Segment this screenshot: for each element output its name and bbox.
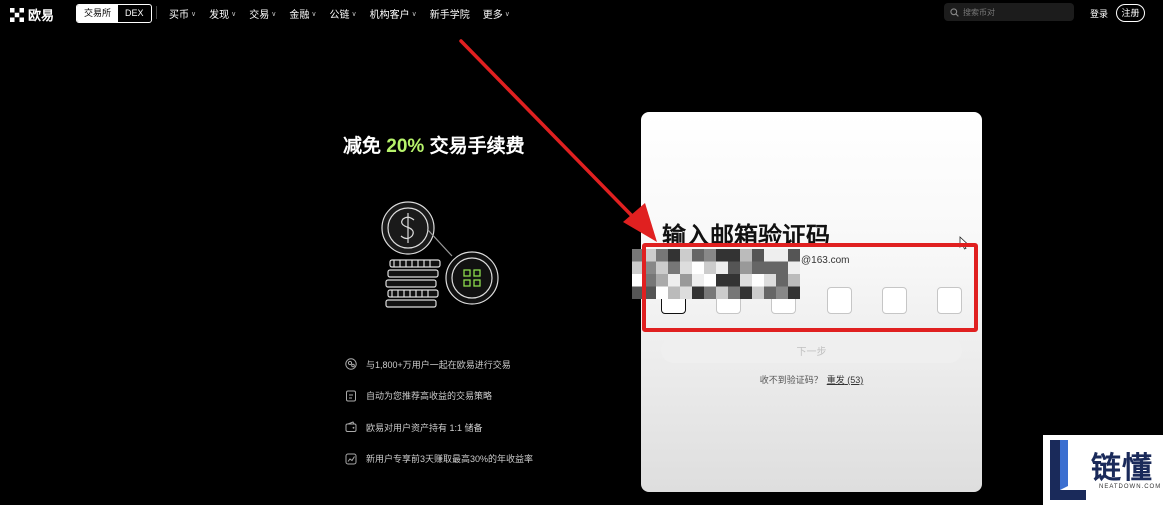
annotation-highlight-box: [642, 243, 978, 332]
chart-icon: [345, 453, 357, 464]
nav-menu-label: 更多: [482, 10, 503, 21]
resend-prompt: 收不到验证码？: [759, 375, 823, 385]
chevron-down-icon: ∨: [311, 10, 317, 18]
benefit-item: 新用户专享前3天赚取最高30%的年收益率: [345, 451, 533, 467]
resend-link[interactable]: 重发 (53): [827, 375, 864, 385]
watermark-logo-icon: [1050, 440, 1086, 500]
benefit-text: 自动为您推荐高收益的交易策略: [366, 391, 493, 401]
nav-menu-item[interactable]: 金融 ∨: [289, 6, 316, 21]
search-input[interactable]: [963, 7, 1063, 17]
okx-logo-icon: [10, 7, 24, 22]
wallet-icon: [345, 421, 357, 432]
chevron-down-icon: ∨: [271, 10, 277, 18]
benefits-list: 与1,800+万用户一起在欧易进行交易 自动为您推荐高收益的交易策略 欧易对用户资产…: [345, 356, 533, 482]
nav-menu-label: 发现: [209, 10, 230, 21]
nav-menu-item[interactable]: 更多 ∨: [483, 6, 510, 21]
mode-dex-tab[interactable]: DEX: [118, 5, 151, 22]
headline-suffix: 交易手续费: [429, 136, 525, 157]
resend-label: 重发: [826, 375, 845, 385]
exchange-mode-toggle: 交易所 DEX: [76, 4, 152, 23]
chevron-down-icon: ∨: [504, 10, 510, 18]
nav-menu-item[interactable]: 发现 ∨: [209, 6, 236, 21]
chevron-down-icon: ∨: [191, 10, 197, 18]
mode-exchange-tab[interactable]: 交易所: [77, 5, 119, 22]
headline-highlight: 20%: [386, 136, 425, 157]
nav-menu-label: 买币: [169, 10, 189, 21]
nav-menu-item[interactable]: 买币 ∨: [169, 6, 196, 21]
resend-countdown: (53): [847, 375, 864, 385]
benefit-item: 与1,800+万用户一起在欧易进行交易: [345, 356, 533, 372]
headline-prefix: 减免: [343, 136, 382, 157]
benefit-text: 欧易对用户资产持有 1:1 储备: [366, 422, 483, 433]
nav-menu-label: 交易: [249, 10, 270, 21]
nav-menu-item[interactable]: 机构客户 ∨: [370, 6, 417, 21]
promo-headline: 减免 20% 交易手续费: [343, 131, 525, 158]
nav-divider: [156, 6, 157, 19]
benefit-text: 新用户专享前3天赚取最高30%的年收益率: [366, 454, 534, 464]
nav-menu-item[interactable]: 交易 ∨: [249, 6, 276, 21]
chevron-down-icon: ∨: [351, 10, 357, 18]
chevron-down-icon: ∨: [231, 10, 237, 18]
watermark-url: NEATDOWN.COM: [1099, 484, 1162, 490]
resend-line: 收不到验证码？ 重发 (53): [641, 373, 982, 386]
benefit-item: 欧易对用户资产持有 1:1 储备: [345, 419, 533, 435]
benefit-item: 自动为您推荐高收益的交易策略: [345, 388, 533, 404]
watermark-text: 链懂: [1091, 452, 1153, 485]
login-link[interactable]: 登录: [1090, 7, 1108, 20]
main-menu: 买币 ∨ 发现 ∨ 交易 ∨ 金融 ∨ 公链 ∨ 机构客户 ∨ 新手学院 更多 ∨: [169, 6, 510, 21]
chevron-down-icon: ∨: [411, 10, 417, 18]
next-step-button[interactable]: 下一步: [661, 337, 962, 363]
nav-menu-label: 机构客户: [369, 10, 410, 21]
top-nav: 欧易 交易所 DEX 买币∨发现∨交易∨金融∨公链∨机构客户∨新手学院更多∨ 登…: [0, 0, 1163, 26]
register-button[interactable]: 注册: [1116, 4, 1145, 22]
nav-menu-item[interactable]: 公链 ∨: [330, 6, 357, 21]
users-icon: [345, 358, 357, 370]
annotation-arrow-icon: [459, 39, 657, 242]
site-watermark: 链懂 NEATDOWN.COM: [1043, 435, 1163, 505]
search-bar[interactable]: [944, 3, 1074, 21]
strategy-icon: [346, 390, 356, 401]
brand-name: 欧易: [28, 8, 55, 23]
nav-menu-label: 新手学院: [429, 10, 470, 21]
benefit-text: 与1,800+万用户一起在欧易进行交易: [366, 359, 511, 370]
coins-illustration: [381, 201, 499, 308]
nav-menu-label: 金融: [289, 10, 310, 21]
search-icon: [950, 7, 959, 17]
brand-logo[interactable]: 欧易: [10, 5, 54, 24]
nav-menu-label: 公链: [329, 10, 350, 21]
nav-menu-item[interactable]: 新手学院: [430, 6, 470, 21]
